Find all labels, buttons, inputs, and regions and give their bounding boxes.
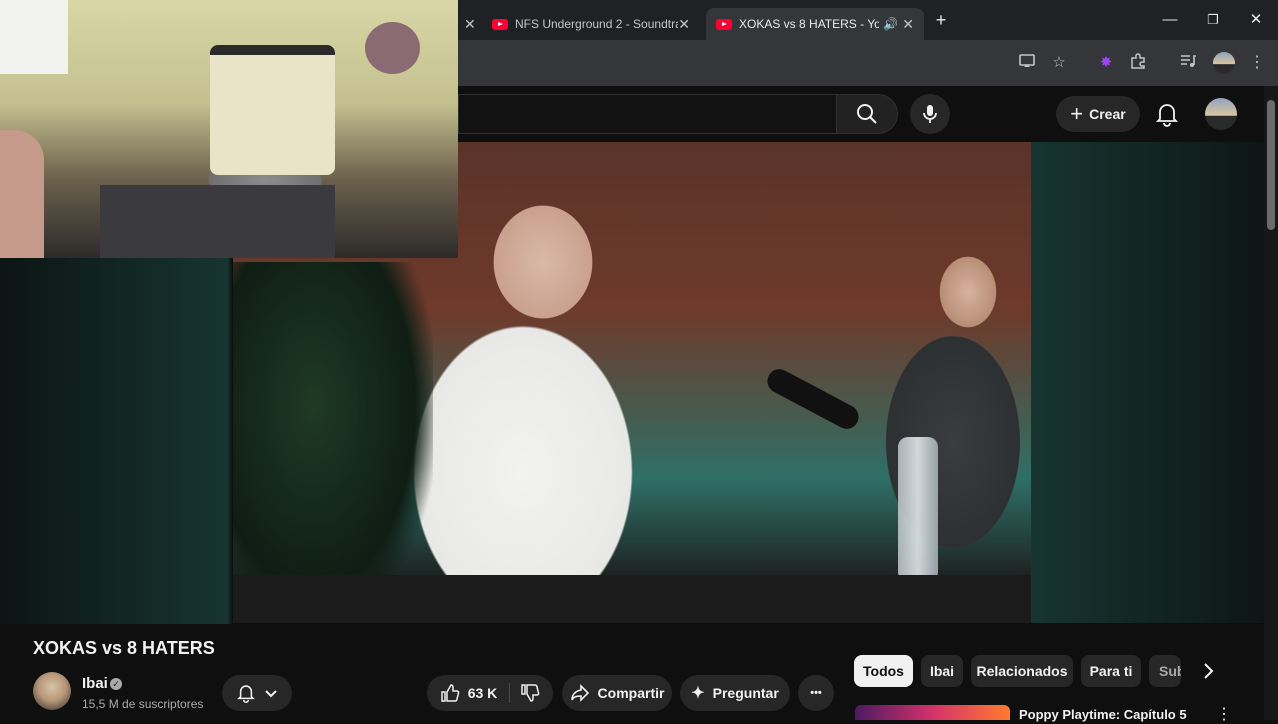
table-image bbox=[233, 575, 1031, 623]
youtube-icon bbox=[716, 18, 732, 30]
channel-name[interactable]: Ibai bbox=[82, 675, 108, 692]
share-button[interactable]: Compartir bbox=[562, 675, 672, 711]
create-button[interactable]: + Crear bbox=[1056, 96, 1140, 132]
extension-purple-icon[interactable]: ✸ bbox=[1095, 52, 1117, 74]
like-button[interactable]: 63 K bbox=[440, 683, 511, 703]
webcam-overlay bbox=[0, 0, 458, 258]
recommendation-thumbnail[interactable] bbox=[855, 705, 1010, 720]
close-icon[interactable]: ✕ bbox=[902, 16, 914, 33]
chip-para-ti[interactable]: Para ti bbox=[1081, 655, 1141, 687]
search-icon bbox=[857, 104, 877, 124]
ask-label: Preguntar bbox=[712, 685, 779, 701]
video-title: XOKAS vs 8 HATERS bbox=[33, 638, 215, 658]
dislike-button[interactable] bbox=[510, 683, 540, 703]
close-icon[interactable]: ✕ bbox=[678, 16, 690, 33]
share-label: Compartir bbox=[597, 685, 665, 701]
bell-icon bbox=[237, 685, 255, 703]
chevron-right-icon bbox=[1204, 663, 1214, 679]
like-dislike-group: 63 K bbox=[427, 675, 553, 711]
chip-todos[interactable]: Todos bbox=[854, 655, 913, 687]
tab-title: XOKAS vs 8 HATERS - YouTu bbox=[739, 17, 879, 31]
scrollbar-thumb[interactable] bbox=[1267, 100, 1275, 230]
media-icon[interactable] bbox=[1179, 52, 1201, 74]
youtube-icon bbox=[492, 18, 508, 30]
star-icon[interactable]: ☆ bbox=[1048, 52, 1070, 74]
puzzle-icon[interactable] bbox=[1129, 52, 1151, 74]
menu-icon[interactable]: ⋮ bbox=[1246, 52, 1268, 74]
minimize-button[interactable]: — bbox=[1156, 8, 1184, 32]
maximize-button[interactable]: ❐ bbox=[1199, 8, 1227, 32]
chips-next-button[interactable] bbox=[1196, 659, 1220, 683]
bell-icon bbox=[1155, 104, 1179, 127]
stove-image bbox=[100, 185, 335, 258]
chevron-down-icon bbox=[265, 690, 277, 698]
plant-decoration bbox=[233, 262, 433, 622]
speaker-icon[interactable]: 🔊 bbox=[883, 17, 898, 31]
video-ambient-right bbox=[1031, 142, 1264, 623]
notifications-button[interactable] bbox=[1154, 101, 1180, 127]
chip-ibai[interactable]: Ibai bbox=[921, 655, 963, 687]
search-input[interactable] bbox=[458, 94, 836, 134]
channel-avatar[interactable] bbox=[33, 672, 71, 710]
like-count: 63 K bbox=[467, 685, 498, 701]
pan-image bbox=[365, 22, 420, 74]
tab-xokas[interactable]: XOKAS vs 8 HATERS - YouTu 🔊 ✕ bbox=[706, 8, 924, 40]
sparkle-icon: ✦ bbox=[691, 685, 705, 702]
account-avatar[interactable] bbox=[1205, 98, 1237, 130]
boiler-image bbox=[0, 0, 68, 74]
subscription-bell-button[interactable] bbox=[222, 675, 292, 711]
microphone-image bbox=[763, 364, 863, 434]
plus-icon: + bbox=[1070, 101, 1084, 126]
more-actions-button[interactable]: ••• bbox=[798, 675, 834, 711]
share-icon bbox=[570, 684, 589, 702]
create-label: Crear bbox=[1089, 106, 1126, 122]
thumbs-up-icon bbox=[440, 684, 460, 702]
chip-sub[interactable]: Sub bbox=[1149, 655, 1181, 687]
person-image bbox=[0, 130, 44, 258]
profile-icon[interactable] bbox=[1213, 52, 1235, 74]
voice-search-button[interactable] bbox=[910, 94, 950, 134]
fridge-image bbox=[210, 45, 335, 175]
new-tab-button[interactable]: + bbox=[927, 8, 955, 32]
tab-title: NFS Underground 2 - Soundtra bbox=[515, 17, 679, 31]
recommendation-menu-icon[interactable]: ⋮ bbox=[1216, 704, 1232, 724]
thumbs-down-icon bbox=[521, 684, 540, 702]
verified-icon: ✓ bbox=[110, 678, 122, 690]
ask-button[interactable]: ✦ Preguntar bbox=[680, 675, 790, 711]
mic-icon bbox=[923, 105, 937, 123]
tab-nfs[interactable]: NFS Underground 2 - Soundtra ✕ bbox=[482, 8, 700, 40]
cast-icon[interactable] bbox=[1018, 52, 1040, 74]
bottle-image bbox=[898, 437, 938, 577]
chip-relacionados[interactable]: Relacionados bbox=[971, 655, 1073, 687]
search-button[interactable] bbox=[836, 94, 898, 134]
close-icon[interactable]: ✕ bbox=[464, 16, 476, 33]
subscriber-count: 15,5 M de suscriptores bbox=[82, 697, 204, 711]
close-window-button[interactable]: ✕ bbox=[1242, 8, 1270, 32]
